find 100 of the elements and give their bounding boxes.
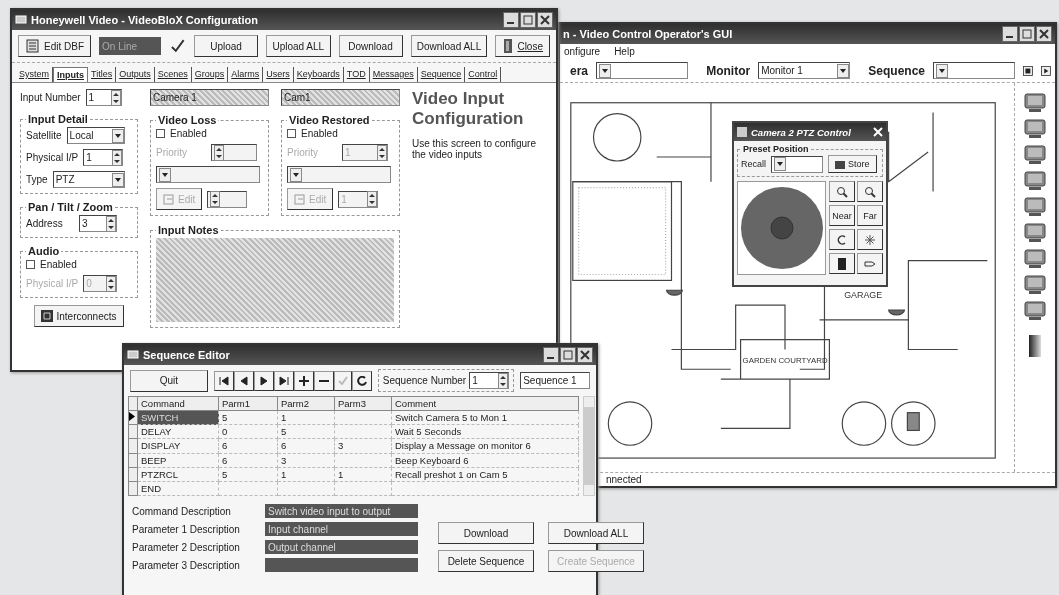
checkbox[interactable] (26, 260, 35, 269)
spin-arrows-icon[interactable] (112, 149, 123, 166)
scrollbar[interactable] (583, 396, 595, 496)
menu-item[interactable]: Help (614, 46, 635, 57)
toolbar-button[interactable]: Download ALL (410, 35, 488, 57)
column-header[interactable]: Parm3 (334, 396, 392, 411)
store-button[interactable]: Store (828, 155, 877, 173)
iris-button[interactable] (829, 229, 855, 250)
dropdown[interactable] (933, 62, 1016, 79)
focus-button[interactable]: Far (857, 205, 883, 226)
tab[interactable]: Alarms (228, 67, 264, 82)
column-header[interactable]: Parm2 (277, 396, 335, 411)
monitor-icon[interactable] (1023, 119, 1047, 139)
play-icon[interactable] (1041, 64, 1051, 77)
action-button[interactable]: Download (438, 522, 534, 544)
nav-button[interactable] (253, 370, 274, 391)
monitor-icon[interactable] (1023, 275, 1047, 295)
tab[interactable]: Control (465, 67, 502, 82)
column-header[interactable]: Comment (391, 396, 579, 411)
first-icon (217, 375, 230, 386)
column-header[interactable]: Command (137, 396, 219, 411)
aux-button[interactable] (857, 253, 883, 274)
tab[interactable]: Groups (191, 67, 229, 82)
window-buttons-icon[interactable] (503, 12, 553, 28)
table-row[interactable]: SWITCH 5 1 Switch Camera 5 to Mon 1 (128, 410, 579, 425)
toolbar-button[interactable]: Upload ALL (266, 35, 331, 57)
monitor-icon[interactable] (1023, 223, 1047, 243)
nav-button[interactable] (233, 370, 254, 391)
tab[interactable]: Messages (369, 67, 418, 82)
quit-button[interactable]: Quit (130, 369, 208, 392)
description-field[interactable]: Input channel (265, 522, 418, 536)
tab[interactable]: TOD (343, 67, 370, 82)
monitor-icon[interactable] (1023, 145, 1047, 165)
description-field[interactable]: Switch video input to output (265, 504, 418, 518)
tab[interactable]: Users (263, 67, 294, 82)
table-row[interactable]: PTZRCL 5 1 1 Recall preshot 1 on Cam 5 (128, 467, 579, 482)
sequence-name-field[interactable]: Sequence 1 (520, 372, 590, 389)
column-header[interactable]: Parm1 (218, 396, 278, 411)
title-field[interactable]: Cam1 (281, 89, 400, 106)
close-icon[interactable] (873, 127, 883, 137)
spin-arrows-icon[interactable] (498, 372, 509, 389)
dropdown[interactable]: Local (66, 127, 125, 144)
description-field[interactable] (265, 558, 418, 572)
tab[interactable]: Sequence (417, 67, 466, 82)
title-field[interactable]: Camera 1 (150, 89, 269, 106)
menu-item[interactable]: onfigure (564, 46, 601, 57)
stop-icon[interactable] (1023, 64, 1034, 77)
toolbar-button[interactable]: Upload (194, 35, 259, 57)
zoom-in-button[interactable] (829, 181, 855, 202)
iris-button[interactable] (857, 229, 883, 250)
close-button[interactable]: Close (495, 35, 550, 57)
spin-field[interactable]: 1 (85, 89, 122, 106)
dropdown[interactable] (596, 62, 689, 79)
tab[interactable]: Keyboards (293, 67, 344, 82)
spin-arrows-icon[interactable] (106, 215, 116, 232)
nav-button[interactable] (273, 370, 294, 391)
tab[interactable]: Scenes (154, 67, 192, 82)
edit-dbf-button[interactable]: Edit DBF (18, 35, 91, 57)
action-button[interactable]: Download ALL (548, 522, 644, 544)
joystick-pad[interactable] (739, 186, 824, 270)
monitor-icon[interactable] (1023, 197, 1047, 217)
spin-field[interactable]: 3 (79, 215, 117, 232)
tab[interactable]: Outputs (116, 67, 155, 82)
monitor-icon[interactable] (1023, 249, 1047, 269)
spin-field[interactable]: 1 (83, 149, 124, 166)
nav-button[interactable] (293, 370, 314, 391)
tab[interactable]: Inputs (53, 67, 88, 82)
dropdown[interactable] (771, 155, 823, 173)
zoom-out-button[interactable] (857, 181, 883, 202)
checkmark-icon[interactable] (168, 37, 187, 55)
tab[interactable]: Titles (88, 67, 117, 82)
monitor-icon[interactable] (1023, 171, 1047, 191)
notes-field[interactable] (156, 238, 394, 322)
section-heading: Video Input Configuration (412, 89, 525, 130)
spin-field[interactable]: 1 (469, 372, 510, 389)
nav-button[interactable] (213, 370, 234, 391)
table-row[interactable]: END (128, 481, 579, 496)
dropdown[interactable]: PTZ (52, 171, 125, 188)
description-field[interactable]: Output channel (265, 540, 418, 554)
table-row[interactable]: BEEP 6 3 Beep Keyboard 6 (128, 453, 579, 468)
table-row[interactable]: DISPLAY 6 6 3 Display a Message on monitor 6 (128, 438, 579, 454)
focus-button[interactable]: Near (829, 205, 855, 226)
magnifier-icon (864, 185, 876, 198)
app-icon (127, 350, 139, 360)
nav-button[interactable] (351, 370, 372, 391)
toolbar-button[interactable]: Download (338, 35, 403, 57)
row-pointer-icon (129, 412, 135, 422)
aux-button[interactable] (829, 253, 855, 274)
window-buttons-icon[interactable] (543, 347, 593, 363)
spin-arrows-icon[interactable] (110, 89, 121, 106)
gradient-bar-icon[interactable] (1029, 335, 1041, 357)
window-buttons-icon[interactable] (1002, 26, 1052, 42)
action-button[interactable]: Delete Sequence (438, 550, 534, 572)
dropdown[interactable]: Monitor 1 (758, 62, 851, 79)
table-row[interactable]: DELAY 0 5 Wait 5 Seconds (128, 424, 579, 439)
nav-button[interactable] (313, 370, 334, 391)
nav-button[interactable] (333, 370, 352, 391)
interconnects-button[interactable]: Interconnects (34, 305, 124, 327)
monitor-icon[interactable] (1023, 301, 1047, 321)
monitor-icon[interactable] (1023, 93, 1047, 113)
